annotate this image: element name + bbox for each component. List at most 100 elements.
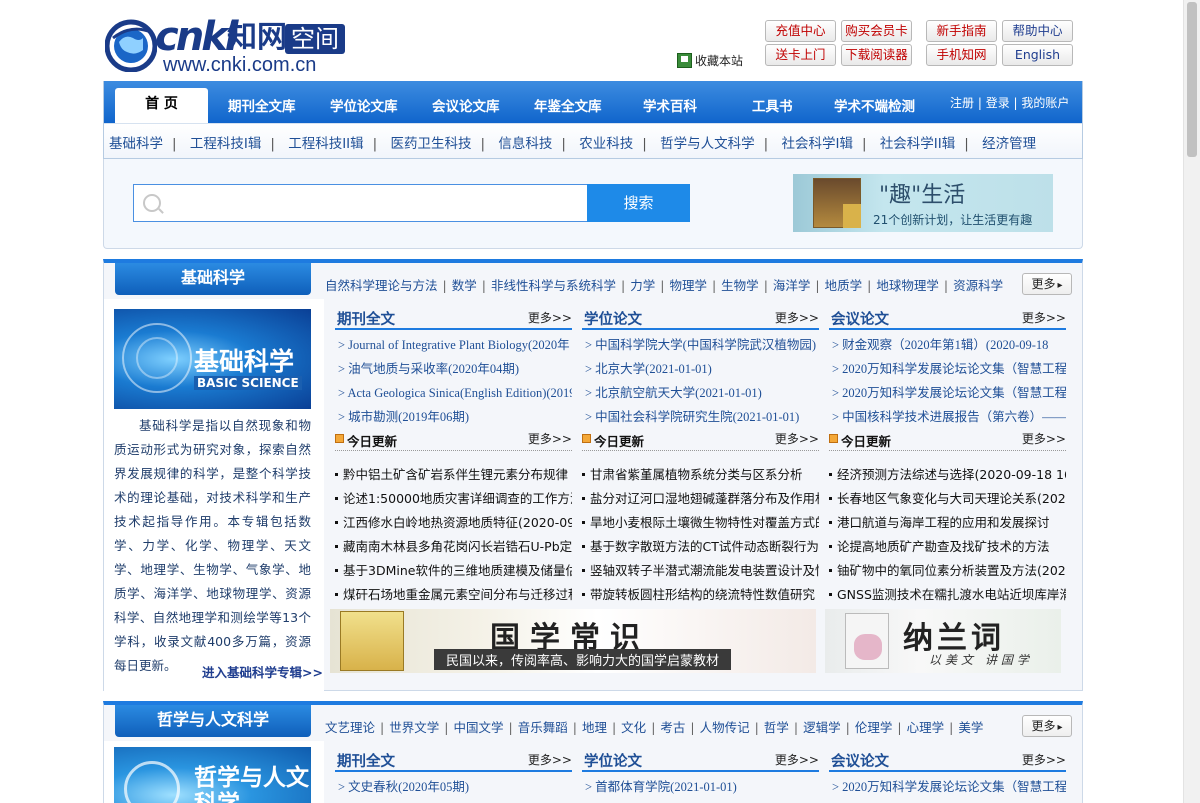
cnki-logo[interactable]: cnki 知网 空间 www.cnki.com.cn bbox=[105, 14, 345, 76]
search-button[interactable]: 搜索 bbox=[587, 184, 690, 222]
section-more-button[interactable]: 更多 bbox=[1022, 715, 1072, 737]
column-more-link[interactable]: 更多>> bbox=[775, 309, 819, 326]
subject-philosophy[interactable]: 哲学与人文科学 bbox=[660, 136, 755, 152]
subject-information[interactable]: 信息科技 bbox=[498, 136, 552, 152]
section-link[interactable]: 自然科学理论与方法 bbox=[325, 278, 438, 293]
column-title[interactable]: 学位论文 bbox=[584, 750, 642, 771]
subject-social-1[interactable]: 社会科学I辑 bbox=[781, 136, 852, 152]
nav-reference[interactable]: 工具书 bbox=[752, 95, 793, 115]
subject-engineering-2[interactable]: 工程科技II辑 bbox=[288, 136, 363, 152]
section-link[interactable]: 美学 bbox=[958, 720, 983, 735]
today-item[interactable]: 盐分对辽河口湿地翅碱蓬群落分布及作用机 bbox=[582, 487, 819, 511]
list-item[interactable]: > 文史春秋(2020年05期) bbox=[338, 775, 572, 799]
section-link[interactable]: 音乐舞蹈 bbox=[518, 720, 568, 735]
page-scrollbar[interactable] bbox=[1183, 0, 1200, 803]
philosophy-banner[interactable]: 哲学与人文科学 bbox=[114, 747, 311, 803]
mobile-cnki-button[interactable]: 手机知网 bbox=[926, 44, 997, 66]
column-more-link[interactable]: 更多>> bbox=[775, 751, 819, 768]
nav-thesis[interactable]: 学位论文库 bbox=[330, 95, 398, 115]
scrollbar-thumb[interactable] bbox=[1187, 2, 1197, 157]
nav-encyclopedia[interactable]: 学术百科 bbox=[643, 95, 697, 115]
card-delivery-button[interactable]: 送卡上门 bbox=[765, 44, 836, 66]
section-link[interactable]: 逻辑学 bbox=[803, 720, 841, 735]
subject-basic-science[interactable]: 基础科学 bbox=[109, 136, 163, 152]
today-more-link[interactable]: 更多>> bbox=[775, 430, 819, 447]
today-item[interactable]: 论述1:50000地质灾害详细调查的工作方法 bbox=[335, 487, 572, 511]
ad-nalan-banner[interactable]: 纳兰词 以美文 讲国学 bbox=[825, 609, 1061, 673]
today-item[interactable]: 黔中铝土矿含矿岩系伴生锂元素分布规律 bbox=[335, 463, 572, 487]
section-link[interactable]: 心理学 bbox=[907, 720, 945, 735]
today-item[interactable]: 江西修水白岭地热资源地质特征(2020-09- bbox=[335, 511, 572, 535]
section-link[interactable]: 哲学 bbox=[764, 720, 789, 735]
download-reader-button[interactable]: 下载阅读器 bbox=[841, 44, 912, 66]
buy-membership-button[interactable]: 购买会员卡 bbox=[841, 20, 912, 42]
section-link[interactable]: 文艺理论 bbox=[325, 720, 375, 735]
search-input[interactable] bbox=[170, 191, 580, 215]
list-item[interactable]: > 城市勘测(2019年06期) bbox=[338, 405, 572, 429]
section-title[interactable]: 基础科学 bbox=[115, 263, 311, 295]
list-item[interactable]: > 2020万知科学发展论坛论文集（智慧工程 bbox=[832, 357, 1066, 381]
list-item[interactable]: > 北京大学(2021-01-01) bbox=[585, 357, 819, 381]
section-link[interactable]: 资源科学 bbox=[953, 278, 1003, 293]
login-link[interactable]: 登录 bbox=[986, 96, 1010, 110]
list-item[interactable]: > 首都体育学院(2021-01-01) bbox=[585, 775, 819, 799]
column-more-link[interactable]: 更多>> bbox=[528, 751, 572, 768]
english-button[interactable]: English bbox=[1002, 44, 1073, 66]
nav-plagiarism[interactable]: 学术不端检测 bbox=[834, 95, 915, 115]
nav-conference[interactable]: 会议论文库 bbox=[432, 95, 500, 115]
ad-guoxue-banner[interactable]: 国学常识 民国以来，传阅率高、影响力大的国学启蒙教材 bbox=[330, 609, 816, 673]
enter-section-link[interactable]: 进入基础科学专辑>> bbox=[202, 662, 323, 681]
section-link[interactable]: 生物学 bbox=[721, 278, 759, 293]
today-item[interactable]: 甘肃省紫堇属植物系统分类与区系分析 bbox=[582, 463, 819, 487]
section-link[interactable]: 非线性科学与系统科学 bbox=[491, 278, 616, 293]
section-link[interactable]: 物理学 bbox=[669, 278, 707, 293]
list-item[interactable]: > 油气地质与采收率(2020年04期) bbox=[338, 357, 572, 381]
today-item[interactable]: 长春地区气象变化与大司天理论关系(2020- bbox=[829, 487, 1066, 511]
section-more-button[interactable]: 更多 bbox=[1022, 273, 1072, 295]
today-item[interactable]: 煤矸石场地重金属元素空间分布与迁移过程 bbox=[335, 583, 572, 607]
list-item[interactable]: > 中国科学院大学(中国科学院武汉植物园) bbox=[585, 333, 819, 357]
nav-yearbook[interactable]: 年鉴全文库 bbox=[534, 95, 602, 115]
list-item[interactable]: > 2020万知科学发展论坛论文集（智慧工程 bbox=[832, 381, 1066, 405]
today-item[interactable]: 基于3DMine软件的三维地质建模及储量估 bbox=[335, 559, 572, 583]
list-item[interactable]: > 中国社会科学院研究生院(2021-01-01) bbox=[585, 405, 819, 429]
today-item[interactable]: GNSS监测技术在糯扎渡水电站近坝库岸滑 bbox=[829, 583, 1066, 607]
list-item[interactable]: > 中国核科学技术进展报告（第六卷）—— bbox=[832, 405, 1066, 429]
today-item[interactable]: 港口航道与海岸工程的应用和发展探讨 bbox=[829, 511, 1066, 535]
section-link[interactable]: 中国文学 bbox=[453, 720, 503, 735]
column-more-link[interactable]: 更多>> bbox=[1022, 309, 1066, 326]
register-link[interactable]: 注册 bbox=[950, 96, 974, 110]
today-more-link[interactable]: 更多>> bbox=[1022, 430, 1066, 447]
list-item[interactable]: > 财金观察（2020年第1辑）(2020-09-18 bbox=[832, 333, 1066, 357]
today-item[interactable]: 论提高地质矿产勘查及找矿技术的方法 bbox=[829, 535, 1066, 559]
column-title[interactable]: 会议论文 bbox=[831, 308, 889, 329]
subject-engineering-1[interactable]: 工程科技I辑 bbox=[190, 136, 261, 152]
section-title[interactable]: 哲学与人文科学 bbox=[115, 705, 311, 737]
today-item[interactable]: 旱地小麦根际土壤微生物特性对覆盖方式的 bbox=[582, 511, 819, 535]
section-link[interactable]: 文化 bbox=[621, 720, 646, 735]
recharge-button[interactable]: 充值中心 bbox=[765, 20, 836, 42]
section-link[interactable]: 地球物理学 bbox=[876, 278, 939, 293]
section-link[interactable]: 力学 bbox=[630, 278, 655, 293]
list-item[interactable]: > Acta Geologica Sinica(English Edition)… bbox=[338, 381, 572, 405]
column-more-link[interactable]: 更多>> bbox=[528, 309, 572, 326]
section-link[interactable]: 地质学 bbox=[825, 278, 863, 293]
list-item[interactable]: > Journal of Integrative Plant Biology(2… bbox=[338, 333, 572, 357]
subject-economics[interactable]: 经济管理 bbox=[982, 136, 1036, 152]
subject-social-2[interactable]: 社会科学II辑 bbox=[880, 136, 955, 152]
section-link[interactable]: 考古 bbox=[660, 720, 685, 735]
today-item[interactable]: 藏南南木林县多角花岗闪长岩锆石U-Pb定年 bbox=[335, 535, 572, 559]
section-link[interactable]: 世界文学 bbox=[389, 720, 439, 735]
list-item[interactable]: > 2020万知科学发展论坛论文集（智慧工程 bbox=[832, 775, 1066, 799]
list-item[interactable]: > 北京航空航天大学(2021-01-01) bbox=[585, 381, 819, 405]
beginner-guide-button[interactable]: 新手指南 bbox=[926, 20, 997, 42]
ad-fun-living-banner[interactable]: "趣"生活 21个创新计划，让生活更有趣 bbox=[793, 174, 1053, 232]
today-item[interactable]: 带旋转板圆柱形结构的绕流特性数值研究 bbox=[582, 583, 819, 607]
column-title[interactable]: 期刊全文 bbox=[337, 750, 395, 771]
help-center-button[interactable]: 帮助中心 bbox=[1002, 20, 1073, 42]
section-link[interactable]: 海洋学 bbox=[773, 278, 811, 293]
nav-home-tab[interactable]: 首 页 bbox=[115, 88, 208, 123]
section-link[interactable]: 人物传记 bbox=[700, 720, 750, 735]
column-title[interactable]: 期刊全文 bbox=[337, 308, 395, 329]
today-item[interactable]: 基于数字散斑方法的CT试件动态断裂行为 bbox=[582, 535, 819, 559]
